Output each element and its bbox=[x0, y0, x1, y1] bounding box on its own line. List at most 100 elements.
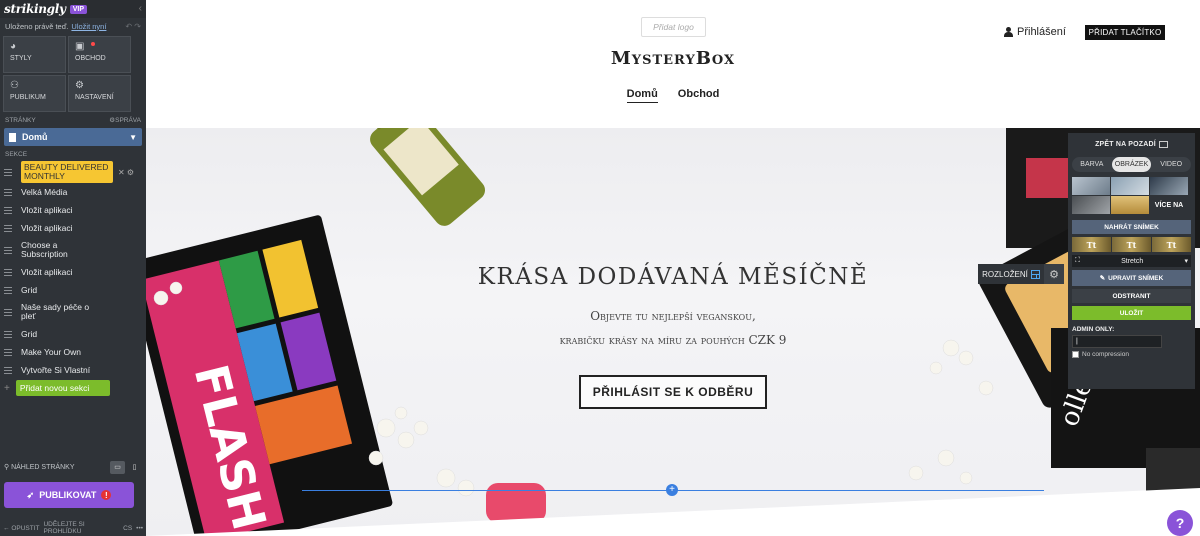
no-compression-checkbox[interactable] bbox=[1072, 351, 1079, 358]
tile-audience[interactable]: ⚇ PUBLIKUM bbox=[3, 75, 66, 112]
section-item[interactable]: Vytvořte Si Vlastní bbox=[0, 361, 146, 379]
panel-title: ZPĚT NA POZADÍ bbox=[1095, 140, 1156, 148]
section-settings-icon[interactable]: ⚙ bbox=[1044, 264, 1064, 284]
section-item[interactable]: Velká Média bbox=[0, 183, 146, 201]
nav-link-home[interactable]: Domů bbox=[626, 88, 658, 103]
tab-image[interactable]: OBRÁZEK bbox=[1111, 157, 1152, 172]
filmstrip-frame[interactable]: Tt bbox=[1152, 237, 1191, 252]
image-fit-select[interactable]: ⛶ Stretch ▾ bbox=[1072, 255, 1191, 267]
section-item[interactable]: BEAUTY DELIVERED MONTHLY ✕ ⚙ bbox=[0, 161, 146, 183]
preview-label: NÁHLED STRÁNKY bbox=[11, 463, 75, 471]
help-button[interactable]: ? bbox=[1167, 510, 1193, 536]
sidebar-header: strikingly VIP ‹ bbox=[0, 0, 146, 18]
thumbnail[interactable] bbox=[1150, 177, 1188, 195]
drag-handle-icon[interactable] bbox=[4, 308, 12, 316]
drag-handle-icon[interactable] bbox=[4, 286, 12, 294]
edit-image-button[interactable]: ✎ UPRAVIT SNÍMEK bbox=[1072, 270, 1191, 286]
tile-styles[interactable]: ◕ STYLY bbox=[3, 36, 66, 73]
site-header: Přidat logo MysteryBox Domů Obchod Přihl… bbox=[146, 0, 1200, 128]
section-label: Vložit aplikaci bbox=[21, 266, 73, 277]
drag-handle-icon[interactable] bbox=[4, 188, 12, 196]
drag-handle-icon[interactable] bbox=[4, 366, 12, 374]
section-item[interactable]: Make Your Own bbox=[0, 343, 146, 361]
add-header-button[interactable]: PŘIDAT TLAČÍTKO bbox=[1085, 25, 1165, 40]
section-item[interactable]: Vložit aplikaci bbox=[0, 219, 146, 237]
drag-handle-icon[interactable] bbox=[4, 206, 12, 214]
tile-settings[interactable]: ⚙ NASTAVENÍ bbox=[68, 75, 131, 112]
layout-button[interactable]: ROZLOŽENÍ bbox=[978, 264, 1044, 284]
section-item[interactable]: Vložit aplikaci bbox=[0, 201, 146, 219]
section-item[interactable]: Choose a Subscription bbox=[0, 237, 146, 263]
current-page: Domů bbox=[22, 132, 48, 142]
page-dropdown[interactable]: Domů ▼ bbox=[4, 128, 142, 146]
section-label: Make Your Own bbox=[21, 346, 82, 357]
drag-handle-icon[interactable] bbox=[4, 330, 12, 338]
add-section-button[interactable]: Přidat novou sekci bbox=[15, 380, 110, 396]
thumbnail[interactable] bbox=[1072, 177, 1110, 195]
collapse-sidebar-icon[interactable]: ‹ bbox=[139, 3, 142, 14]
nav-link-shop[interactable]: Obchod bbox=[678, 88, 720, 103]
thumbnail[interactable] bbox=[1111, 177, 1149, 195]
thumbnail[interactable] bbox=[1072, 196, 1110, 214]
save-button[interactable]: ULOŽIT bbox=[1072, 306, 1191, 320]
drag-handle-icon[interactable] bbox=[4, 268, 12, 276]
add-section-row: + Přidat novou sekci bbox=[0, 379, 146, 397]
undo-redo-icon[interactable]: ↶ ↷ bbox=[125, 22, 141, 31]
subscribe-button[interactable]: PŘIHLÁSIT SE K ODBĚRU bbox=[579, 375, 767, 409]
section-item[interactable]: Grid bbox=[0, 325, 146, 343]
login-link[interactable]: Přihlášení bbox=[1004, 26, 1066, 38]
chevron-down-icon: ▾ bbox=[1184, 258, 1188, 265]
tile-styles-label: STYLY bbox=[10, 55, 32, 62]
site-brand[interactable]: MysteryBox bbox=[146, 48, 1200, 69]
device-toggle: ▭ ▯ bbox=[110, 460, 142, 474]
filmstrip-frame[interactable]: Tt bbox=[1072, 237, 1111, 252]
drag-handle-icon[interactable] bbox=[4, 246, 12, 254]
section-item[interactable]: Vložit aplikaci bbox=[0, 263, 146, 281]
add-section-plus-icon[interactable]: + bbox=[666, 484, 678, 496]
filmstrip-frame[interactable]: Tt bbox=[1112, 237, 1151, 252]
vip-badge: VIP bbox=[69, 4, 87, 14]
publish-label: PUBLIKOVAT bbox=[39, 490, 97, 500]
back-to-background[interactable]: ZPĚT NA POZADÍ bbox=[1068, 133, 1195, 155]
section-controls[interactable]: ✕ ⚙ bbox=[118, 168, 134, 177]
site-preview: Přidat logo MysteryBox Domů Obchod Přihl… bbox=[146, 0, 1200, 536]
more-images-button[interactable]: VÍCE NA bbox=[1150, 196, 1188, 214]
remove-button[interactable]: ODSTRANIT bbox=[1072, 289, 1191, 303]
people-icon: ⚇ bbox=[10, 80, 19, 91]
tab-video[interactable]: VIDEO bbox=[1151, 157, 1191, 172]
saved-text: Uloženo právě teď. bbox=[5, 21, 69, 31]
section-item[interactable]: Grid bbox=[0, 281, 146, 299]
site-nav: Domů Obchod bbox=[146, 88, 1200, 103]
upload-image-button[interactable]: NAHRÁT SNÍMEK bbox=[1072, 220, 1191, 234]
desktop-icon[interactable]: ▭ bbox=[110, 460, 125, 474]
image-icon bbox=[1158, 140, 1168, 148]
publish-button[interactable]: ➶ PUBLIKOVAT ! bbox=[4, 482, 134, 508]
edit-image-label: UPRAVIT SNÍMEK bbox=[1108, 274, 1164, 282]
exit-link[interactable]: ← OPUSTIT bbox=[3, 525, 39, 532]
layout-label: ROZLOŽENÍ bbox=[982, 269, 1028, 279]
section-label: Grid bbox=[21, 328, 38, 339]
section-label: BEAUTY DELIVERED MONTHLY bbox=[21, 161, 113, 183]
editor-tiles: ◕ STYLY ▣ OBCHOD ⚇ PUBLIKUM ⚙ NASTAVENÍ bbox=[0, 34, 146, 114]
drag-handle-icon[interactable] bbox=[4, 168, 12, 176]
palette-icon: ◕ bbox=[10, 41, 17, 52]
tile-store[interactable]: ▣ OBCHOD bbox=[68, 36, 131, 73]
save-now-link[interactable]: Uložit nyní bbox=[71, 22, 106, 31]
drag-handle-icon[interactable] bbox=[4, 348, 12, 356]
gear-icon: ⚙ bbox=[75, 80, 84, 91]
manage-pages-link[interactable]: ⚙SPRÁVA bbox=[109, 116, 141, 124]
section-label: Vložit aplikaci bbox=[21, 204, 73, 215]
drag-handle-icon[interactable] bbox=[4, 224, 12, 232]
mobile-icon[interactable]: ▯ bbox=[127, 461, 142, 474]
no-compression-option[interactable]: No compression bbox=[1072, 351, 1191, 358]
admin-only-input[interactable]: | bbox=[1072, 335, 1162, 348]
feedback-link[interactable]: UDĚLEJTE SI PROHLÍDKU bbox=[43, 521, 87, 535]
hero-subtitle[interactable]: Objevte tu nejlepší veganskou, krabičku … bbox=[146, 304, 1200, 352]
section-item[interactable]: Naše sady péče o pleť bbox=[0, 299, 146, 325]
language-select[interactable]: CS bbox=[123, 525, 132, 532]
thumbnail[interactable] bbox=[1111, 196, 1149, 214]
add-logo-button[interactable]: Přidat logo bbox=[641, 17, 706, 37]
image-thumbnails: VÍCE NA bbox=[1072, 177, 1191, 214]
tab-color[interactable]: BARVA bbox=[1072, 157, 1112, 172]
more-icon[interactable]: ••• bbox=[136, 525, 143, 532]
